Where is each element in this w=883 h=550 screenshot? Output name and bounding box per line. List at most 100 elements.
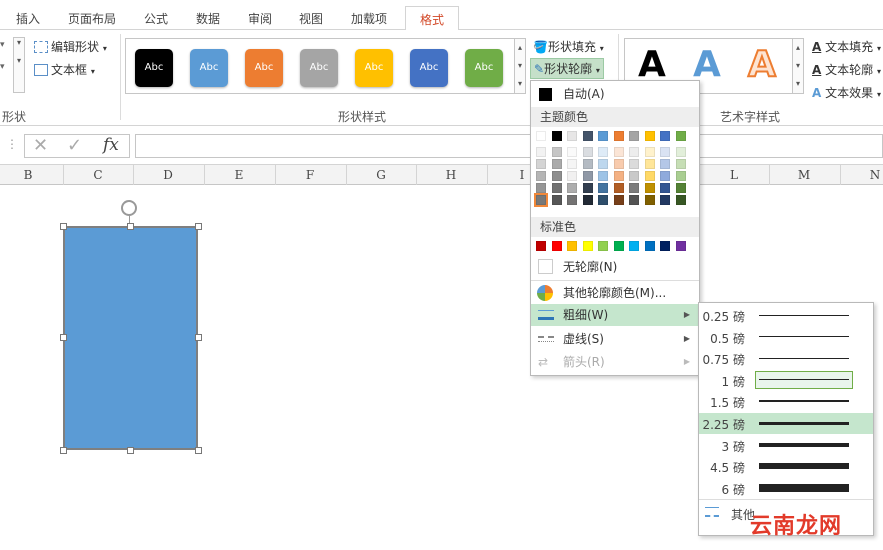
tab-page-layout[interactable]: 页面布局 (68, 10, 116, 27)
line-weight-option[interactable]: 6 磅 (699, 478, 873, 499)
theme-color-shade-swatch[interactable] (644, 183, 655, 193)
theme-color-shade-swatch[interactable] (660, 171, 670, 181)
dashes-item[interactable]: 虚线(S) ▶ (531, 328, 699, 350)
theme-color-shade-swatch[interactable] (613, 159, 624, 169)
theme-color-swatch[interactable] (536, 131, 546, 141)
line-weight-option[interactable]: 2.25 磅 (699, 413, 873, 434)
theme-color-shade-swatch[interactable] (629, 183, 639, 193)
tab-data[interactable]: 数据 (196, 10, 220, 27)
shape-style-swatch[interactable]: Abc (245, 49, 283, 87)
theme-color-shade-swatch[interactable] (551, 159, 562, 169)
text-fill-button[interactable]: A 文本填充 ▾ (812, 38, 881, 55)
theme-color-shade-swatch[interactable] (598, 183, 608, 193)
theme-color-shade-swatch[interactable] (598, 171, 608, 181)
theme-color-shade-swatch[interactable] (567, 159, 577, 169)
shape-style-swatch[interactable]: Abc (190, 49, 228, 87)
column-header[interactable]: F (275, 168, 345, 182)
resize-handle[interactable] (127, 223, 134, 230)
edit-shape-button[interactable]: 编辑形状 ▾ (34, 38, 107, 55)
line-weight-option[interactable]: 3 磅 (699, 435, 873, 456)
theme-color-shade-swatch[interactable] (536, 183, 546, 193)
theme-color-shade-swatch[interactable] (567, 147, 577, 157)
theme-color-shade-swatch[interactable] (660, 183, 670, 193)
tab-insert[interactable]: 插入 (16, 10, 40, 27)
theme-color-swatch[interactable] (551, 131, 562, 141)
theme-color-shade-swatch[interactable] (536, 147, 546, 157)
theme-color-shade-swatch[interactable] (660, 147, 670, 157)
tab-view[interactable]: 视图 (299, 10, 323, 27)
wordart-gallery-scrollbar[interactable]: ▴ ▾ ▾ (792, 38, 804, 94)
shape-style-swatch[interactable]: Abc (410, 49, 448, 87)
shape-style-gallery-scrollbar[interactable]: ▴ ▾ ▾ (514, 38, 526, 94)
theme-color-shade-swatch[interactable] (613, 195, 624, 205)
theme-color-shade-swatch[interactable] (567, 183, 577, 193)
shape-style-swatch[interactable]: Abc (135, 49, 173, 87)
theme-color-swatch[interactable] (567, 131, 577, 141)
tab-addins[interactable]: 加载项 (351, 10, 387, 27)
theme-color-swatch[interactable] (675, 131, 686, 141)
column-header[interactable]: M (769, 168, 839, 182)
theme-color-swatch[interactable] (660, 131, 670, 141)
theme-color-shade-swatch[interactable] (551, 183, 562, 193)
theme-color-shade-swatch[interactable] (675, 147, 686, 157)
theme-color-shade-swatch[interactable] (613, 147, 624, 157)
resize-handle[interactable] (195, 223, 202, 230)
theme-color-shade-swatch[interactable] (629, 171, 639, 181)
theme-color-shade-swatch[interactable] (582, 171, 593, 181)
column-header[interactable]: D (133, 168, 203, 182)
column-header[interactable]: B (0, 168, 63, 182)
theme-color-shade-swatch[interactable] (567, 171, 577, 181)
column-header[interactable]: L (699, 168, 769, 182)
outline-auto-item[interactable]: 自动(A) (531, 83, 699, 105)
column-header[interactable]: H (416, 168, 486, 182)
line-weight-option[interactable]: 0.75 磅 (699, 348, 873, 369)
theme-color-shade-swatch[interactable] (660, 195, 670, 205)
standard-color-swatch[interactable] (613, 241, 624, 251)
theme-color-shade-swatch[interactable] (536, 171, 546, 181)
enter-icon[interactable]: ✓ (67, 135, 82, 156)
theme-color-shade-swatch[interactable] (644, 159, 655, 169)
line-weight-option[interactable]: 1 磅 (699, 370, 873, 391)
theme-color-shade-swatch[interactable] (551, 171, 562, 181)
theme-color-shade-swatch[interactable] (598, 195, 608, 205)
shape-gallery-scroll-icon[interactable]: ▾ (0, 40, 5, 50)
shape-style-swatch[interactable]: Abc (465, 49, 503, 87)
theme-color-shade-swatch[interactable] (551, 195, 562, 205)
theme-color-shade-swatch[interactable] (675, 159, 686, 169)
theme-color-shade-swatch[interactable] (644, 195, 655, 205)
standard-color-swatch[interactable] (644, 241, 655, 251)
theme-color-shade-swatch[interactable] (644, 171, 655, 181)
standard-color-swatch[interactable] (536, 241, 546, 251)
theme-color-shade-swatch[interactable] (551, 147, 562, 157)
shape-style-swatch[interactable]: Abc (355, 49, 393, 87)
theme-color-shade-swatch[interactable] (582, 195, 593, 205)
insert-function-icon[interactable]: fx (103, 135, 119, 155)
resize-handle[interactable] (60, 334, 67, 341)
standard-color-swatch[interactable] (675, 241, 686, 251)
column-header[interactable]: C (63, 168, 133, 182)
arrows-item[interactable]: ⇄ 箭头(R) ▶ (531, 351, 699, 373)
shape-gallery-scroll-icon[interactable]: ▾ (0, 62, 5, 72)
wordart-blue[interactable]: A (693, 44, 721, 85)
theme-color-shade-swatch[interactable] (582, 159, 593, 169)
standard-color-swatch[interactable] (582, 241, 593, 251)
standard-color-swatch[interactable] (567, 241, 577, 251)
resize-handle[interactable] (195, 447, 202, 454)
standard-color-swatch[interactable] (598, 241, 608, 251)
text-effects-button[interactable]: A 文本效果 ▾ (812, 84, 881, 101)
formula-input[interactable] (135, 134, 883, 158)
theme-color-swatch[interactable] (644, 131, 655, 141)
theme-color-shade-swatch[interactable] (567, 195, 577, 205)
standard-color-swatch[interactable] (660, 241, 670, 251)
theme-color-shade-swatch[interactable] (629, 147, 639, 157)
theme-color-swatch[interactable] (613, 131, 624, 141)
shape-outline-button[interactable]: ✎形状轮廓 ▾ (530, 58, 604, 79)
theme-color-shade-swatch[interactable] (613, 183, 624, 193)
theme-color-shade-swatch[interactable] (582, 183, 593, 193)
resize-handle[interactable] (60, 447, 67, 454)
theme-color-shade-swatch[interactable] (660, 159, 670, 169)
shape-fill-button[interactable]: 🪣形状填充 ▾ (533, 38, 604, 55)
text-outline-button[interactable]: A 文本轮廓 ▾ (812, 61, 881, 78)
cancel-icon[interactable]: ✕ (33, 135, 48, 156)
theme-color-shade-swatch[interactable] (536, 159, 546, 169)
